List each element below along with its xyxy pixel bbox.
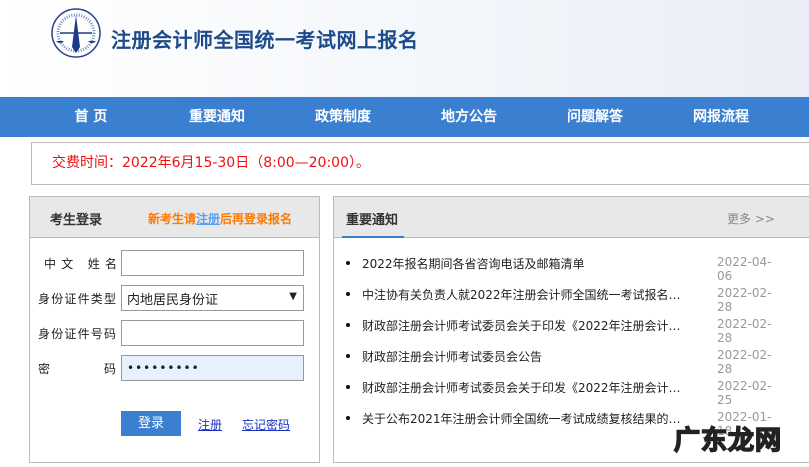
notice-title[interactable]: 财政部注册会计师考试委员会公告 [362,348,687,365]
notice-title[interactable]: 2022年报名期间各省咨询电话及邮箱清单 [362,255,687,272]
notice-title[interactable]: 财政部注册会计师考试委员会关于印发《2022年注册会计师... [362,317,687,334]
list-item[interactable]: 财政部注册会计师考试委员会关于印发《2022年注册会计师... 2022-02-2… [346,317,786,348]
active-tab-underline [342,236,404,238]
nav-local-announcements[interactable]: 地方公告 [406,97,532,137]
cicpa-logo-icon [51,8,101,58]
dropdown-arrow-icon: ▼ [289,291,297,302]
main-nav: 首 页 重要通知 政策制度 地方公告 问题解答 网报流程 [0,97,809,137]
notice-date: 2022-02-28 [717,286,772,314]
id-type-select[interactable]: 内地居民身份证 ▼ [121,285,304,311]
notices-panel-header: 重要通知 更多 >> [334,197,809,238]
site-title: 注册会计师全国统一考试网上报名 [111,28,419,52]
notice-title[interactable]: 中注协有关负责人就2022年注册会计师全国统一考试报名相... [362,286,687,303]
id-number-label: 身份证件号码 [38,327,116,341]
register-tip: 新考生请注册后再登录报名 [148,210,292,227]
tip-prefix: 新考生请 [148,212,197,226]
login-button[interactable]: 登录 [121,411,181,436]
login-title: 考生登录 [50,213,103,228]
id-type-row: 身份证件类型 内地居民身份证 ▼ [30,285,321,311]
list-item[interactable]: 中注协有关负责人就2022年注册会计师全国统一考试报名相... 2022-02-2… [346,286,786,317]
login-panel-header: 考生登录 新考生请注册后再登录报名 [30,197,319,238]
login-panel: 考生登录 新考生请注册后再登录报名 中文 姓名 身份证件类型 内地居民身份证 ▼ … [29,196,320,463]
notice-title[interactable]: 关于公布2021年注册会计师全国统一考试成绩复核结果的公... [362,410,687,427]
nav-faq[interactable]: 问题解答 [532,97,658,137]
bullet-icon [346,385,350,389]
id-number-row: 身份证件号码 [30,320,321,346]
id-number-input[interactable] [121,320,304,346]
notice-list: 2022年报名期间各省咨询电话及邮箱清单 2022-04-06 中注协有关负责人就… [346,255,786,441]
bullet-icon [346,354,350,358]
password-input[interactable]: ••••••••• [121,355,304,381]
nav-policies[interactable]: 政策制度 [280,97,406,137]
bullet-icon [346,292,350,296]
tip-suffix: 后再登录报名 [220,212,293,226]
watermark: 广东龙网 [673,425,783,457]
notice-date: 2022-02-28 [717,348,772,376]
forgot-password-link[interactable]: 忘记密码 [242,416,290,433]
nav-registration-process[interactable]: 网报流程 [658,97,784,137]
tip-register-link[interactable]: 注册 [196,212,220,226]
id-type-label: 身份证件类型 [38,292,116,306]
register-link[interactable]: 注册 [198,416,222,433]
notice-title[interactable]: 财政部注册会计师考试委员会关于印发《2022年注册会计师... [362,379,687,396]
bullet-icon [346,416,350,420]
list-item[interactable]: 2022年报名期间各省咨询电话及邮箱清单 2022-04-06 [346,255,786,286]
name-input[interactable] [121,250,304,276]
id-type-value: 内地居民身份证 [127,293,219,308]
list-item[interactable]: 财政部注册会计师考试委员会公告 2022-02-28 [346,348,786,379]
name-row: 中文 姓名 [30,250,321,276]
notice-date: 2022-02-25 [717,379,772,407]
bullet-icon [346,323,350,327]
bullet-icon [346,261,350,265]
nav-home[interactable]: 首 页 [28,97,154,137]
nav-notices[interactable]: 重要通知 [154,97,280,137]
payment-notice: 交费时间：2022年6月15-30日（8:00—20:00）。 [31,142,809,185]
password-row: 密 码 ••••••••• [30,355,321,381]
notice-date: 2022-02-28 [717,317,772,345]
notices-title: 重要通知 [346,213,399,228]
notice-date: 2022-04-06 [717,255,772,283]
password-label: 密 码 [38,362,116,376]
site-header: 注册会计师全国统一考试网上报名 [0,0,809,97]
list-item[interactable]: 财政部注册会计师考试委员会关于印发《2022年注册会计师... 2022-02-2… [346,379,786,410]
name-label: 中文 姓名 [44,257,117,271]
more-link[interactable]: 更多 >> [727,210,775,227]
